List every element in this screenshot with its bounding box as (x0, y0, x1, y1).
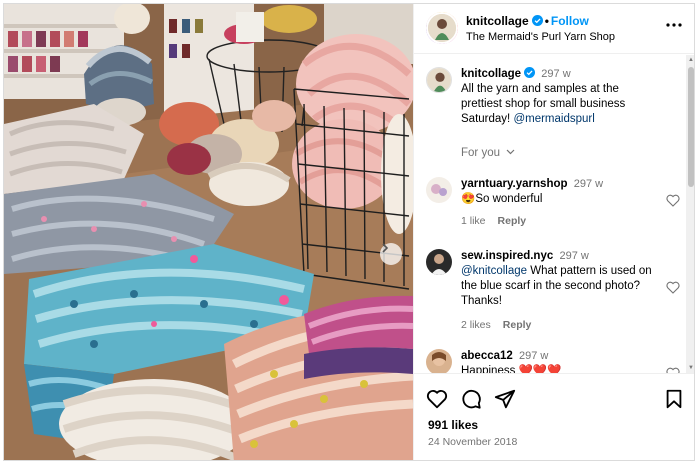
like-heart-icon[interactable] (426, 388, 448, 410)
for-you-label: For you (461, 147, 500, 159)
caption-mention[interactable]: @mermaidspurl (513, 113, 594, 125)
post-photo[interactable] (4, 4, 413, 460)
comment-username[interactable]: abecca12 (461, 350, 513, 362)
comments-scrollbar[interactable]: ▲ ▼ (686, 55, 694, 373)
verified-badge-icon (531, 15, 543, 26)
comment-emoji: 😍 (461, 193, 476, 205)
chevron-down-icon (506, 149, 515, 155)
comment-text: yarntuary.yarnshop 297 w 😍So wonderful (461, 177, 661, 207)
comment-avatar[interactable] (426, 249, 452, 275)
comment-emoji: ❤️❤️❤️ (518, 365, 562, 373)
avatar-image (426, 177, 452, 203)
next-photo-button[interactable] (380, 243, 402, 265)
scroll-down-arrow-icon[interactable]: ▼ (687, 364, 694, 372)
comment-body: So wonderful (475, 193, 543, 205)
comment-bubble-icon[interactable] (460, 388, 482, 410)
more-horizontal-icon[interactable] (665, 18, 683, 32)
caption-time: 297 w (541, 68, 571, 80)
comment-text: sew.inspired.nyc 297 w @knitcollage What… (461, 249, 661, 309)
avatar-image (428, 14, 456, 42)
comment-avatar[interactable] (426, 177, 452, 203)
comment-like-count[interactable]: 1 like (461, 215, 486, 227)
verified-badge-icon (524, 67, 536, 78)
post-header: knitcollage • Follow The Mermaid's Purl Ya… (414, 4, 694, 54)
avatar-image (426, 249, 452, 275)
scroll-thumb[interactable] (688, 67, 694, 187)
heart-icon[interactable] (666, 281, 680, 294)
reply-button[interactable]: Reply (498, 215, 527, 227)
caption-text: knitcollage 297 w All the yarn and sampl… (461, 67, 661, 127)
for-you-toggle[interactable]: For you (461, 147, 515, 159)
comment-item: sew.inspired.nyc 297 w @knitcollage What… (426, 249, 682, 331)
comment-time: 297 w (519, 350, 549, 362)
avatar-image (426, 349, 452, 373)
post-location[interactable]: The Mermaid's Purl Yarn Shop (466, 31, 615, 43)
heart-icon[interactable] (666, 194, 680, 207)
bookmark-icon[interactable] (663, 388, 685, 410)
post-details-panel: knitcollage • Follow The Mermaid's Purl Ya… (413, 4, 694, 460)
comment-meta: 1 like Reply (461, 215, 538, 227)
comments-list[interactable]: knitcollage 297 w All the yarn and sampl… (414, 55, 686, 373)
reply-button[interactable]: Reply (503, 319, 532, 331)
caption-username[interactable]: knitcollage (461, 68, 521, 80)
separator-dot: • (544, 14, 549, 28)
post-date[interactable]: 24 November 2018 (428, 436, 517, 448)
comment-time: 297 w (573, 178, 604, 190)
comment-item: yarntuary.yarnshop 297 w 😍So wonderful 1… (426, 177, 682, 229)
follow-button[interactable]: Follow (551, 14, 589, 28)
comment-like-count[interactable]: 2 likes (461, 319, 491, 331)
post-modal: knitcollage • Follow The Mermaid's Purl Ya… (3, 3, 695, 461)
comment-text: abecca12 297 w Happiness ❤️❤️❤️ (461, 349, 661, 373)
avatar-image (427, 68, 451, 92)
comment-avatar[interactable] (426, 349, 452, 373)
comment-meta: 2 likes Reply (461, 319, 543, 331)
comment-mention[interactable]: @knitcollage (461, 265, 527, 277)
comment-item: abecca12 297 w Happiness ❤️❤️❤️ (426, 349, 682, 373)
yarn-shop-photo (4, 4, 413, 460)
chevron-right-icon (382, 243, 389, 253)
comment-time: 297 w (559, 250, 589, 262)
caption-avatar[interactable] (426, 67, 452, 93)
comment-username[interactable]: sew.inspired.nyc (461, 250, 553, 262)
like-count[interactable]: 991 likes (428, 418, 478, 432)
author-username[interactable]: knitcollage (466, 14, 529, 28)
share-send-icon[interactable] (494, 388, 516, 410)
comment-body: Happiness (461, 365, 516, 373)
comment-username[interactable]: yarntuary.yarnshop (461, 178, 568, 190)
post-actions: 991 likes 24 November 2018 (414, 373, 694, 460)
author-avatar[interactable] (426, 12, 458, 44)
scroll-up-arrow-icon[interactable]: ▲ (687, 56, 694, 64)
